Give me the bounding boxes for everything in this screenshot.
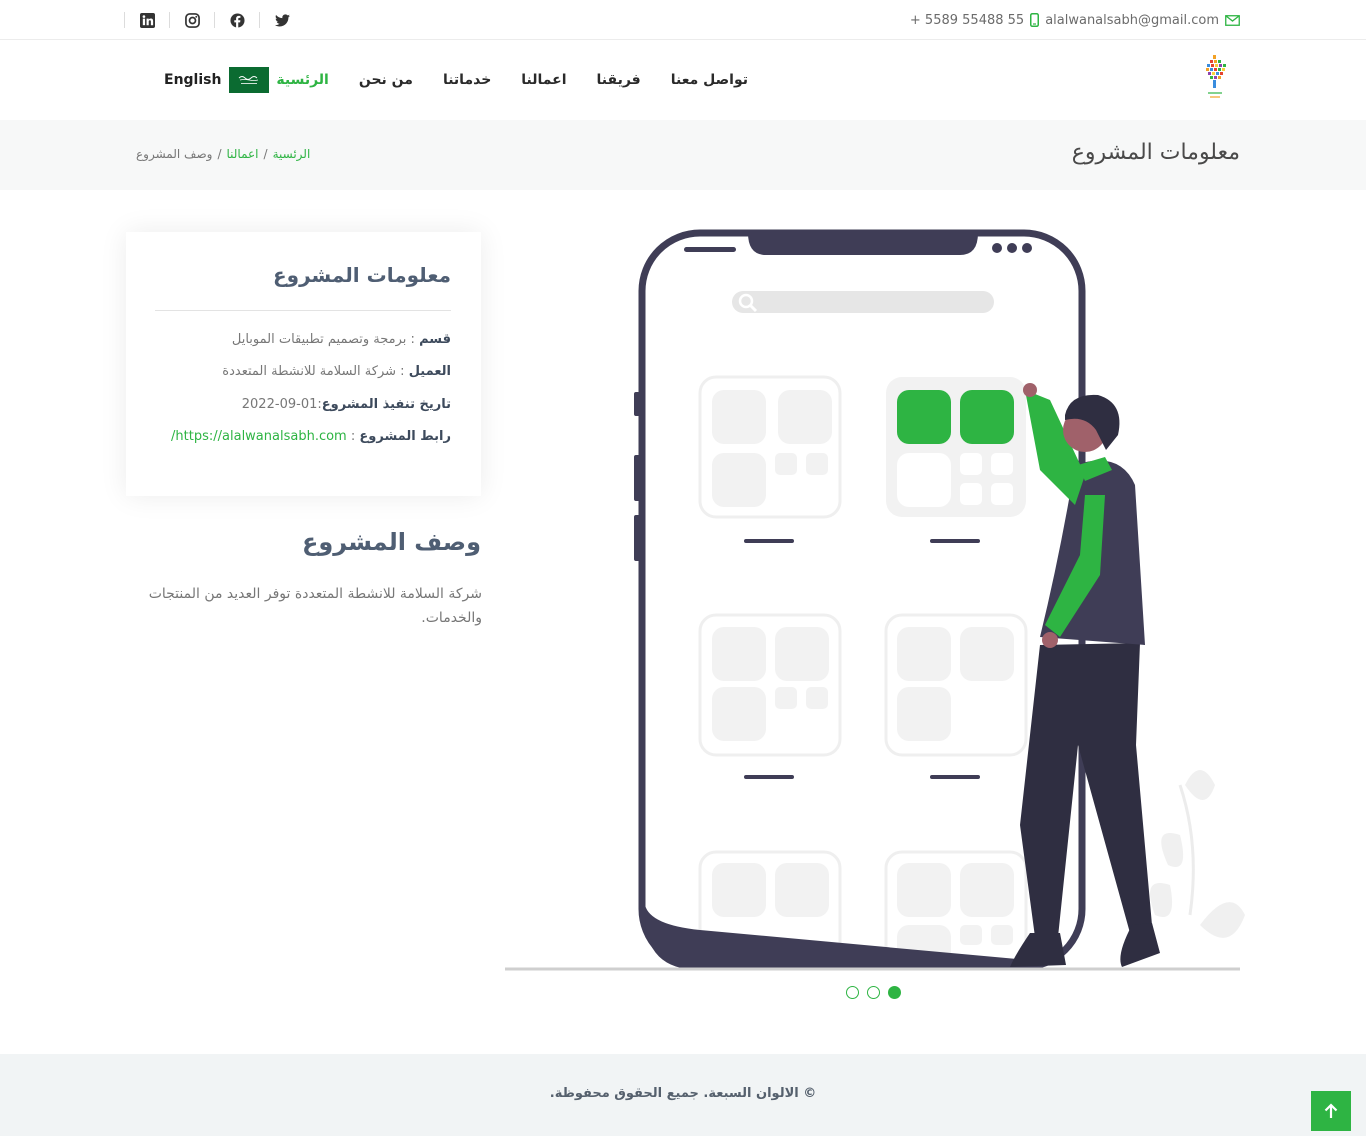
breadcrumb-separator: / <box>263 147 268 161</box>
project-info-card: معلومات المشروع قسم : برمجة وتصميم تطبيق… <box>126 232 481 496</box>
slider-dot-3[interactable] <box>888 986 901 999</box>
linkedin-icon <box>139 12 155 28</box>
copyright-text: © الالوان السبعة. جميع الحقوق محفوظة. <box>549 1086 817 1101</box>
breadcrumb-works[interactable]: اعمالنا <box>226 147 258 161</box>
main-navbar: English الرئسية من نحن خدماتنا اعمالنا ف… <box>0 40 1366 120</box>
saudi-flag-icon <box>229 67 270 93</box>
social-links <box>124 0 304 40</box>
nav-services[interactable]: خدماتنا <box>443 72 491 88</box>
site-logo[interactable] <box>1202 54 1228 106</box>
project-illustration <box>500 225 1245 980</box>
breadcrumb-separator: / <box>217 147 222 161</box>
description-text: شركة السلامة للانشطة المتعددة توفر العدي… <box>148 586 482 626</box>
facebook-icon <box>229 12 245 28</box>
page-header: معلومات المشروع الرئسية / اعمالنا / وصف المش… <box>0 120 1366 190</box>
instagram-link[interactable] <box>169 12 214 28</box>
nav-about[interactable]: من نحن <box>359 72 413 88</box>
client-value: شركة السلامة للانشطة المتعددة <box>222 364 397 379</box>
instagram-icon <box>184 12 200 28</box>
client-label: العميل <box>408 364 451 379</box>
link-label: رابط المشروع <box>359 429 451 444</box>
top-bar: + 5589 55488 55 alalwanalsabh@gmail.com <box>0 0 1366 40</box>
phone-number[interactable]: + 5589 55488 55 <box>910 13 1024 28</box>
page-title: معلومات المشروع <box>1071 140 1240 165</box>
info-row-link: رابط المشروع : https://alalwanalsabh.com… <box>171 429 451 444</box>
info-row-date: تاريخ تنفيذ المشروع:01-09-2022 <box>241 397 451 412</box>
card-title: معلومات المشروع <box>273 263 451 287</box>
contact-info: + 5589 55488 55 alalwanalsabh@gmail.com <box>910 0 1240 40</box>
breadcrumb-current: وصف المشروع <box>136 147 213 161</box>
date-value: 01-09-2022 <box>241 397 318 412</box>
slider-dots <box>846 986 901 999</box>
description-title: وصف المشروع <box>301 528 481 556</box>
back-to-top-button[interactable] <box>1311 1091 1351 1131</box>
project-link[interactable]: https://alalwanalsabh.com/ <box>171 429 347 444</box>
linkedin-link[interactable] <box>124 12 169 28</box>
breadcrumb: الرئسية / اعمالنا / وصف المشروع <box>136 147 310 161</box>
facebook-link[interactable] <box>214 12 259 28</box>
slider-dot-1[interactable] <box>846 986 859 999</box>
envelope-icon <box>1225 14 1240 26</box>
nav-works[interactable]: اعمالنا <box>521 72 566 88</box>
twitter-icon <box>274 13 290 26</box>
date-label: تاريخ تنفيذ المشروع <box>321 397 451 412</box>
nav-menu: الرئسية من نحن خدماتنا اعمالنا فريقنا تو… <box>276 40 748 120</box>
nav-team[interactable]: فريقنا <box>597 72 641 88</box>
twitter-link[interactable] <box>259 12 304 28</box>
language-switch[interactable]: English <box>164 67 270 93</box>
slider-dot-2[interactable] <box>867 986 880 999</box>
nav-home[interactable]: الرئسية <box>276 72 328 88</box>
info-row-category: قسم : برمجة وتصميم تطبيقات الموبايل <box>231 332 451 347</box>
arrow-up-icon <box>1324 1103 1338 1118</box>
footer: © الالوان السبعة. جميع الحقوق محفوظة. <box>0 1054 1366 1136</box>
language-label[interactable]: English <box>164 72 221 88</box>
breadcrumb-home[interactable]: الرئسية <box>273 147 311 161</box>
card-divider <box>155 310 451 311</box>
category-label: قسم <box>419 332 451 347</box>
nav-contact[interactable]: تواصل معنا <box>671 72 748 88</box>
email-address[interactable]: alalwanalsabh@gmail.com <box>1045 13 1219 28</box>
category-value: برمجة وتصميم تطبيقات الموبايل <box>231 332 407 347</box>
phone-icon <box>1030 13 1040 27</box>
info-row-client: العميل : شركة السلامة للانشطة المتعددة <box>222 364 451 379</box>
